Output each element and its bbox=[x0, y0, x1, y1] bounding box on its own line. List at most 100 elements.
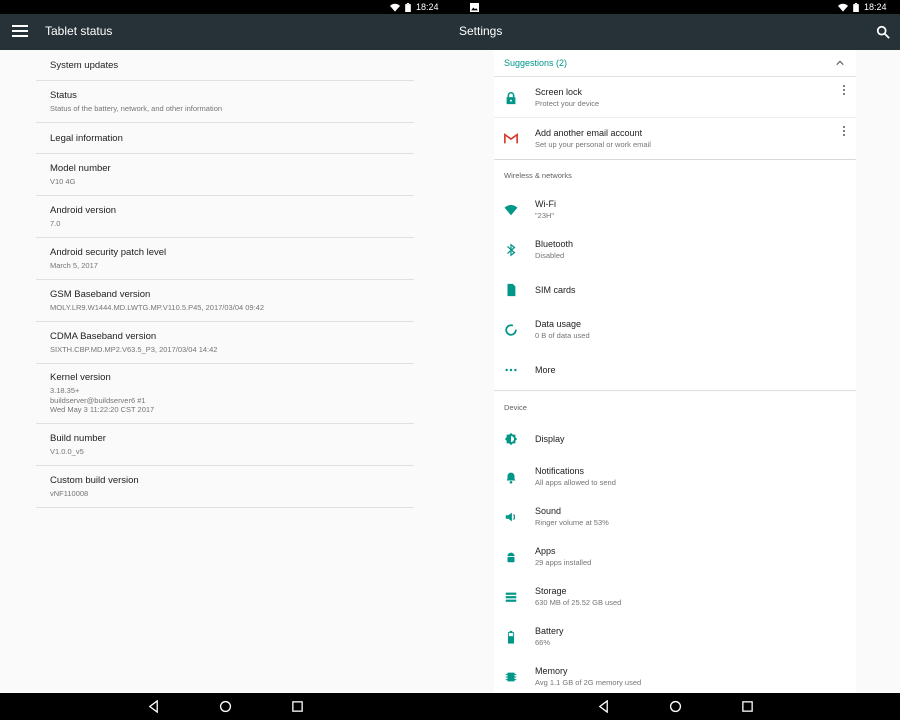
status-bar: 18:24 18:24 bbox=[0, 0, 900, 14]
settings-item-title: Battery bbox=[535, 626, 564, 636]
settings-item-battery[interactable]: Battery 66% bbox=[494, 617, 856, 657]
list-item-title: System updates bbox=[50, 59, 119, 71]
settings-title: Settings bbox=[459, 24, 503, 38]
back-icon[interactable] bbox=[147, 700, 160, 713]
list-item-subtitle: V10 4G bbox=[50, 176, 76, 186]
list-item-gsm-baseband: GSM Baseband version MOLY.LR9.W1444.MD.L… bbox=[36, 280, 414, 322]
recents-icon[interactable] bbox=[741, 700, 754, 713]
suggestion-screen-lock[interactable]: Screen lock Protect your device bbox=[494, 77, 856, 118]
list-item-system-updates[interactable]: System updates bbox=[36, 50, 414, 81]
settings-item-more[interactable]: More bbox=[494, 350, 856, 390]
list-item-subtitle: MOLY.LR9.W1444.MD.LWTG.MP.V110.5.P45, 20… bbox=[50, 302, 265, 312]
settings-item-subtitle: Ringer volume at 53% bbox=[535, 518, 609, 527]
recents-icon[interactable] bbox=[291, 700, 304, 713]
list-item-title: Model number bbox=[50, 162, 111, 174]
settings-item-wifi[interactable]: Wi-Fi "23H" bbox=[494, 190, 856, 230]
settings-item-sim-cards[interactable]: SIM cards bbox=[494, 270, 856, 310]
suggestion-subtitle: Protect your device bbox=[535, 99, 600, 108]
page-title: Tablet status bbox=[45, 24, 113, 38]
settings-item-storage[interactable]: Storage 630 MB of 25.52 GB used bbox=[494, 577, 856, 617]
list-item-title: Custom build version bbox=[50, 474, 139, 486]
settings-item-data-usage[interactable]: Data usage 0 B of data used bbox=[494, 310, 856, 350]
chevron-up-icon[interactable] bbox=[836, 59, 844, 67]
list-item-cdma-baseband: CDMA Baseband version SIXTH.CBP.MD.MP2.V… bbox=[36, 322, 414, 364]
kernel-line-3: Wed May 3 11:22:20 CST 2017 bbox=[50, 405, 155, 415]
kernel-line-2: buildserver@buildserver6 #1 bbox=[50, 395, 146, 405]
list-item-status[interactable]: Status Status of the battery, network, a… bbox=[36, 81, 414, 123]
overflow-menu-icon[interactable] bbox=[842, 126, 846, 138]
home-icon[interactable] bbox=[669, 700, 682, 713]
settings-item-sound[interactable]: Sound Ringer volume at 53% bbox=[494, 497, 856, 537]
back-icon[interactable] bbox=[597, 700, 610, 713]
home-icon[interactable] bbox=[219, 700, 232, 713]
suggestions-card: Suggestions (2) Screen lock Protect your… bbox=[494, 50, 856, 159]
search-icon[interactable] bbox=[876, 25, 890, 39]
settings-item-title: Sound bbox=[535, 506, 562, 516]
image-icon bbox=[469, 2, 479, 12]
list-item-title: Build number bbox=[50, 432, 106, 444]
display-brightness-icon bbox=[504, 432, 518, 446]
list-item-subtitle: V1.0.0_v5 bbox=[50, 446, 84, 456]
settings-item-subtitle: All apps allowed to send bbox=[535, 478, 616, 487]
gmail-icon bbox=[504, 133, 518, 144]
list-item-custom-build: Custom build version vNF110008 bbox=[36, 466, 414, 508]
suggestions-title: Suggestions (2) bbox=[504, 58, 568, 68]
settings-item-subtitle: 66% bbox=[535, 638, 551, 647]
list-item-title: GSM Baseband version bbox=[50, 288, 151, 300]
list-item-kernel: Kernel version 3.18.35+ buildserver@buil… bbox=[36, 364, 414, 424]
list-item-security-patch: Android security patch level March 5, 20… bbox=[36, 238, 414, 280]
settings-item-title: Bluetooth bbox=[535, 239, 574, 249]
settings-item-title: Apps bbox=[535, 546, 556, 556]
settings-item-bluetooth[interactable]: Bluetooth Disabled bbox=[494, 230, 856, 270]
list-item-title: Android security patch level bbox=[50, 246, 167, 258]
status-time: 18:24 bbox=[416, 2, 439, 12]
settings-item-title: Data usage bbox=[535, 319, 582, 329]
suggestion-title: Add another email account bbox=[535, 128, 643, 138]
list-item-android-version[interactable]: Android version 7.0 bbox=[36, 196, 414, 238]
status-bar-right: 18:24 bbox=[838, 0, 887, 14]
settings-item-subtitle: Disabled bbox=[535, 251, 565, 260]
suggestions-header[interactable]: Suggestions (2) bbox=[494, 50, 856, 77]
list-item-subtitle: vNF110008 bbox=[50, 488, 89, 498]
wifi-icon bbox=[504, 205, 518, 216]
hamburger-menu-icon[interactable] bbox=[12, 25, 28, 39]
lock-icon bbox=[506, 92, 516, 105]
settings-item-title: Notifications bbox=[535, 466, 585, 476]
list-item-subtitle: 7.0 bbox=[50, 218, 61, 228]
suggestion-add-email[interactable]: Add another email account Set up your pe… bbox=[494, 118, 856, 159]
bluetooth-icon bbox=[507, 243, 516, 257]
settings-item-title: Display bbox=[535, 434, 565, 444]
settings-item-title: Memory bbox=[535, 666, 568, 676]
section-divider bbox=[494, 390, 856, 391]
battery-icon bbox=[507, 630, 515, 644]
list-item-title: CDMA Baseband version bbox=[50, 330, 157, 342]
list-item-subtitle: 3.18.35+ buildserver@buildserver6 #1 Wed… bbox=[50, 386, 414, 415]
suggestion-subtitle: Set up your personal or work email bbox=[535, 140, 651, 149]
memory-icon bbox=[505, 672, 517, 682]
list-item-subtitle: SIXTH.CBP.MD.MP2.V63.5_P3, 2017/03/04 14… bbox=[50, 344, 218, 354]
list-item-title: Android version bbox=[50, 204, 117, 216]
status-bar-left: 18:24 bbox=[390, 0, 479, 14]
wifi-icon bbox=[390, 3, 400, 12]
list-item-build-number[interactable]: Build number V1.0.0_v5 bbox=[36, 424, 414, 466]
settings-list: Suggestions (2) Screen lock Protect your… bbox=[494, 50, 856, 693]
list-item-title: Legal information bbox=[50, 132, 123, 144]
left-app-bar: Tablet status bbox=[0, 14, 450, 50]
wireless-section: Wireless & networks Wi-Fi "23H" Bluetoot… bbox=[494, 160, 856, 390]
battery-icon bbox=[853, 2, 859, 12]
list-item-legal[interactable]: Legal information bbox=[36, 123, 414, 154]
settings-item-display[interactable]: Display bbox=[494, 422, 856, 457]
right-app-bar: Settings bbox=[450, 14, 900, 50]
section-header-wireless: Wireless & networks bbox=[504, 170, 572, 180]
tablet-status-list: System updates Status Status of the batt… bbox=[36, 50, 414, 508]
navigation-bar bbox=[0, 693, 900, 720]
storage-icon bbox=[505, 592, 517, 602]
settings-item-apps[interactable]: Apps 29 apps installed bbox=[494, 537, 856, 577]
settings-item-memory[interactable]: Memory Avg 1.1 GB of 2G memory used bbox=[494, 657, 856, 693]
settings-item-title: Storage bbox=[535, 586, 567, 596]
settings-item-title: Wi-Fi bbox=[535, 199, 556, 209]
list-item-subtitle: Status of the battery, network, and othe… bbox=[50, 103, 223, 113]
overflow-menu-icon[interactable] bbox=[842, 85, 846, 97]
settings-item-notifications[interactable]: Notifications All apps allowed to send bbox=[494, 457, 856, 497]
kernel-line-1: 3.18.35+ bbox=[50, 386, 80, 396]
